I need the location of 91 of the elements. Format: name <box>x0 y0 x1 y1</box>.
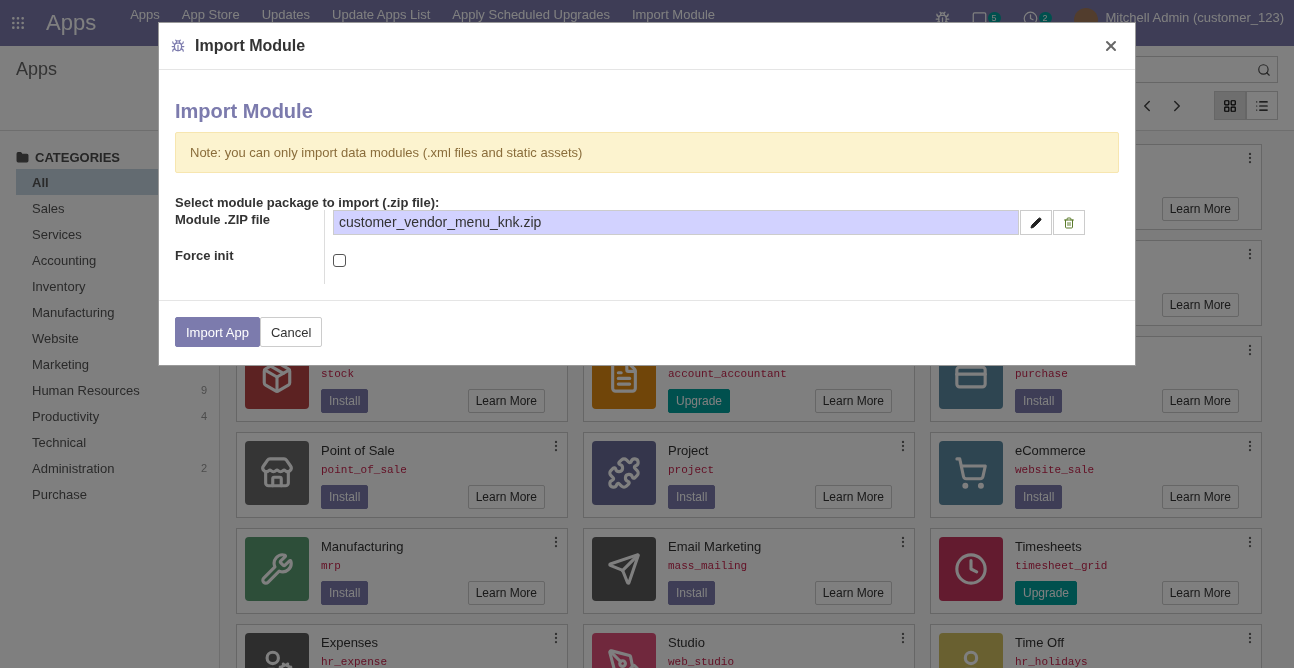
trash-icon <box>1063 216 1075 229</box>
app-menu-icon[interactable] <box>10 15 26 31</box>
app-name: Email Marketing <box>668 538 763 556</box>
learn-more-button[interactable]: Learn More <box>1161 485 1239 509</box>
force-init-checkbox[interactable] <box>333 254 346 267</box>
category-item[interactable]: Technical <box>16 429 219 455</box>
technical-name: project <box>668 464 716 478</box>
kanban-view-button[interactable] <box>1214 91 1246 120</box>
import-app-button[interactable]: Import App <box>175 317 260 347</box>
category-label: Services <box>32 226 82 242</box>
app-name: Expenses <box>321 634 380 652</box>
technical-name: hr_holidays <box>1015 656 1089 668</box>
close-button[interactable] <box>1103 38 1119 54</box>
install-button[interactable]: Install <box>668 581 716 605</box>
wrench-icon <box>245 537 309 601</box>
install-button[interactable]: Install <box>668 485 716 509</box>
category-label: Inventory <box>32 278 86 294</box>
install-button[interactable]: Install <box>1015 389 1063 413</box>
menu-link[interactable]: Apps <box>130 6 160 22</box>
field-label: Force init <box>175 246 325 284</box>
app-name: Timesheets <box>1015 538 1083 556</box>
category-label: Administration <box>32 460 115 476</box>
category-label: Productivity <box>32 408 100 424</box>
puzzle-icon <box>592 441 656 505</box>
breadcrumb: Apps <box>16 59 58 80</box>
technical-name: account_accountant <box>668 368 788 382</box>
app-name: Time Off <box>1015 634 1066 652</box>
app-name: Point of Sale <box>321 442 396 460</box>
paper-plane-icon <box>592 537 656 601</box>
app-name: Manufacturing <box>321 538 405 556</box>
category-label: Manufacturing <box>32 304 115 320</box>
install-button[interactable]: Install <box>321 389 369 413</box>
learn-more-button[interactable]: Learn More <box>1161 389 1239 413</box>
clock-icon <box>939 537 1003 601</box>
folder-icon <box>16 150 29 164</box>
cancel-button[interactable]: Cancel <box>259 317 323 347</box>
category-label: All <box>32 174 49 190</box>
app-name: Studio <box>668 634 706 652</box>
technical-name: web_studio <box>668 656 735 668</box>
file-field[interactable]: customer_vendor_menu_knk.zip <box>333 210 1019 235</box>
menu-link[interactable]: Import Module <box>631 6 715 22</box>
menu-link[interactable]: Apply Scheduled Upgrades <box>452 6 610 22</box>
note-alert: Note: you can only import data modules (.xml files and static assets) <box>175 132 1119 173</box>
app-name: eCommerce <box>1015 442 1087 460</box>
technical-name: mass_mailing <box>668 560 749 574</box>
menu-link[interactable]: Updates <box>261 6 311 22</box>
app-name: Project <box>668 442 710 460</box>
section-label: Select module package to import (.zip file): <box>175 195 441 210</box>
upgrade-button[interactable]: Upgrade <box>1015 581 1078 605</box>
technical-name: stock <box>321 368 355 382</box>
cart-icon <box>939 441 1003 505</box>
user-name[interactable]: Mitchell Admin (customer_123) <box>1105 9 1284 25</box>
list-view-button[interactable] <box>1246 91 1278 120</box>
install-button[interactable]: Install <box>1015 485 1063 509</box>
field-label: Module .ZIP file <box>175 210 325 246</box>
learn-more-button[interactable]: Learn More <box>814 485 892 509</box>
categories-title: CATEGORIES <box>35 149 120 165</box>
dialog-title: Import Module <box>195 37 306 55</box>
install-button[interactable]: Install <box>321 485 369 509</box>
learn-more-button[interactable]: Learn More <box>814 581 892 605</box>
technical-name: purchase <box>1015 368 1069 382</box>
dialog-heading: Import Module <box>175 100 314 123</box>
learn-more-button[interactable]: Learn More <box>814 389 892 413</box>
menu-link[interactable]: Update Apps List <box>332 6 431 22</box>
learn-more-button[interactable]: Learn More <box>467 389 545 413</box>
learn-more-button[interactable]: Learn More <box>1161 293 1239 317</box>
upgrade-button[interactable]: Upgrade <box>668 389 731 413</box>
search-icon[interactable] <box>1257 62 1271 77</box>
learn-more-button[interactable]: Learn More <box>1161 581 1239 605</box>
category-label: Human Resources <box>32 382 140 398</box>
technical-name: hr_expense <box>321 656 388 668</box>
grid-icon <box>1223 98 1237 113</box>
edit-button[interactable] <box>1020 210 1052 235</box>
learn-more-button[interactable]: Learn More <box>1161 197 1239 221</box>
category-label: Technical <box>32 434 87 450</box>
pencil-icon <box>1030 216 1042 229</box>
category-item[interactable]: Purchase <box>16 481 219 507</box>
technical-name: point_of_sale <box>321 464 408 478</box>
technical-name: mrp <box>321 560 342 574</box>
learn-more-button[interactable]: Learn More <box>467 485 545 509</box>
install-button[interactable]: Install <box>321 581 369 605</box>
debug-icon <box>171 39 185 53</box>
store-icon <box>245 441 309 505</box>
app-title: Apps <box>46 10 97 36</box>
list-icon <box>1255 98 1269 113</box>
category-label: Purchase <box>32 486 87 502</box>
category-label: Marketing <box>32 356 90 372</box>
menu-link[interactable]: App Store <box>181 6 240 22</box>
technical-name: timesheet_grid <box>1015 560 1109 574</box>
learn-more-button[interactable]: Learn More <box>467 581 545 605</box>
technical-name: website_sale <box>1015 464 1096 478</box>
